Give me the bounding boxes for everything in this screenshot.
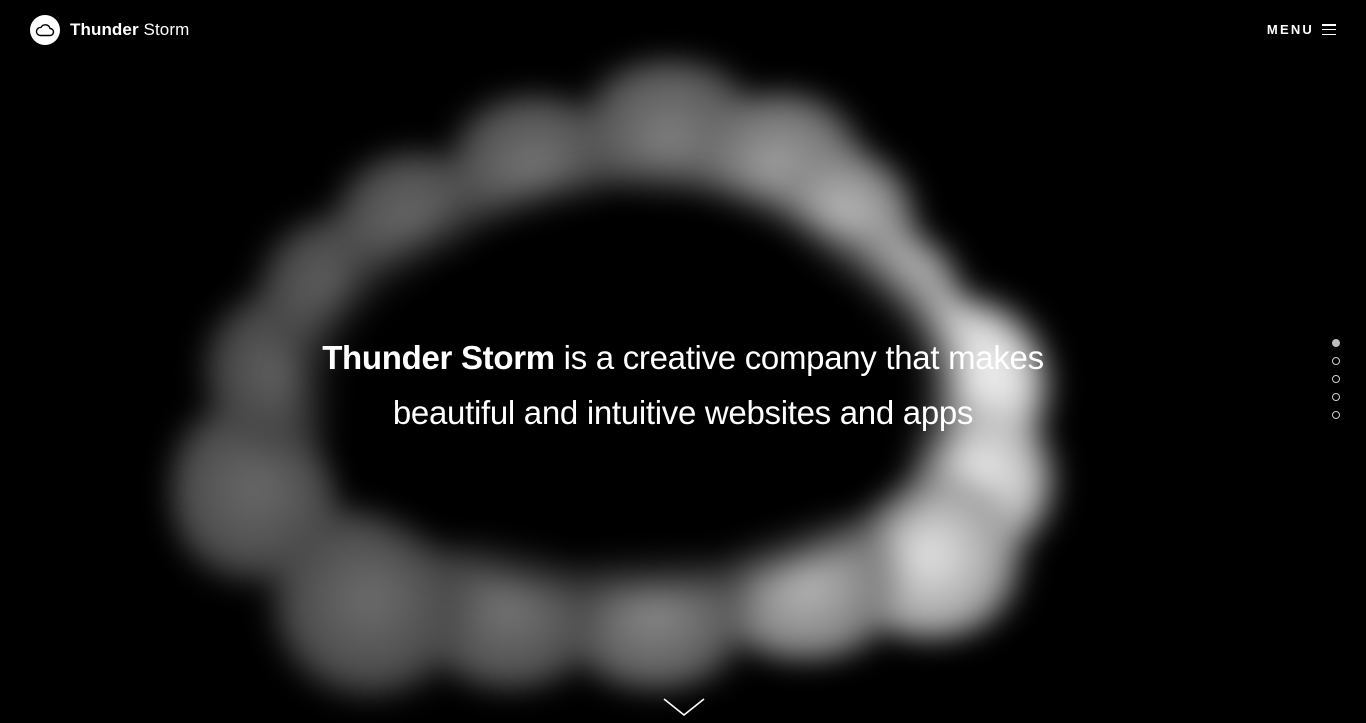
scroll-down-button[interactable] (663, 696, 705, 718)
hero-line-2: beautiful and intuitive websites and app… (392, 394, 974, 431)
pager-dot-1[interactable] (1332, 339, 1340, 347)
cloud-icon (30, 15, 60, 45)
menu-label: MENU (1266, 22, 1314, 37)
pager-dot-3[interactable] (1332, 375, 1340, 383)
hero-line-1: Thunder Storm is a creative company that… (0, 330, 1366, 385)
hamburger-icon (1322, 24, 1336, 35)
site-header: Thunder Storm MENU (0, 0, 1366, 62)
brand-name: Thunder Storm (70, 20, 189, 40)
hero-brand-name: Thunder Storm (322, 339, 555, 376)
chevron-down-icon (663, 698, 705, 717)
brand-name-bold: Thunder (70, 20, 139, 39)
hero-line-1-text: is a creative company that makes (563, 339, 1044, 376)
slide-pager (1332, 339, 1340, 429)
pager-dot-2[interactable] (1332, 357, 1340, 365)
pager-dot-5[interactable] (1332, 411, 1340, 419)
hero-tagline: Thunder Storm is a creative company that… (0, 330, 1366, 440)
brand-name-light: Storm (143, 20, 190, 39)
menu-button[interactable]: MENU (1267, 22, 1336, 37)
hero-stage: Thunder Storm MENU Thunder Storm is a cr… (0, 0, 1366, 723)
brand-logo-link[interactable]: Thunder Storm (30, 15, 189, 45)
pager-dot-4[interactable] (1332, 393, 1340, 401)
